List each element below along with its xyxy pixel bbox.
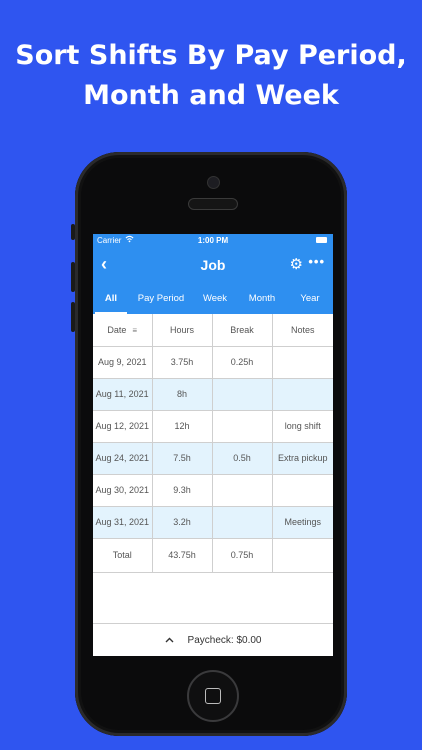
table-row[interactable]: Aug 24, 2021 7.5h 0.5h Extra pickup: [93, 442, 333, 475]
paycheck-bar[interactable]: Paycheck: $0.00: [93, 623, 333, 656]
home-button[interactable]: [187, 670, 239, 722]
cell-break: 0.5h: [212, 442, 273, 475]
tab-year[interactable]: Year: [287, 282, 333, 314]
headline-line-1: Sort Shifts By Pay Period,: [15, 40, 407, 71]
cell-date: Aug 24, 2021: [93, 442, 153, 475]
cell-hours: 3.75h: [152, 346, 213, 379]
cell-hours: 12h: [152, 410, 213, 443]
paycheck-label: Paycheck: $0.00: [187, 634, 262, 646]
table-header: Date ≡ Hours Break Notes: [93, 314, 333, 347]
column-header-date[interactable]: Date ≡: [93, 314, 153, 347]
table-row[interactable]: Aug 30, 2021 9.3h: [93, 474, 333, 507]
table-row[interactable]: Aug 9, 2021 3.75h 0.25h: [93, 346, 333, 379]
chevron-up-icon[interactable]: [165, 635, 174, 646]
volume-down-button: [71, 302, 75, 332]
cell-date: Aug 30, 2021: [93, 474, 153, 507]
table-row[interactable]: Aug 31, 2021 3.2h Meetings: [93, 506, 333, 539]
table-row[interactable]: Aug 12, 2021 12h long shift: [93, 410, 333, 443]
status-bar: Carrier 1:00 PM: [93, 234, 333, 248]
battery-icon: [316, 237, 327, 243]
cell-notes: Extra pickup: [272, 442, 333, 475]
tab-all[interactable]: All: [93, 282, 129, 314]
cell-date: Aug 31, 2021: [93, 506, 153, 539]
nav-bar: ‹ Job ⚙ •••: [93, 248, 333, 282]
cell-break: 0.25h: [212, 346, 273, 379]
cell-notes: long shift: [272, 410, 333, 443]
cell-notes: Meetings: [272, 506, 333, 539]
cell-break: [212, 474, 273, 507]
total-break: 0.75h: [212, 538, 273, 573]
home-square-icon: [205, 688, 221, 704]
gear-icon[interactable]: ⚙: [290, 255, 303, 273]
column-header-notes[interactable]: Notes: [272, 314, 333, 347]
cell-break: [212, 506, 273, 539]
column-header-hours[interactable]: Hours: [152, 314, 213, 347]
mute-switch: [71, 224, 75, 240]
tab-month[interactable]: Month: [237, 282, 287, 314]
cell-hours: 8h: [152, 378, 213, 411]
speaker-grille: [188, 198, 238, 210]
cell-hours: 9.3h: [152, 474, 213, 507]
total-hours: 43.75h: [152, 538, 213, 573]
more-icon[interactable]: •••: [308, 254, 325, 269]
cell-break: [212, 378, 273, 411]
cell-break: [212, 410, 273, 443]
tab-week[interactable]: Week: [193, 282, 237, 314]
total-row: Total 43.75h 0.75h: [93, 538, 333, 573]
volume-up-button: [71, 262, 75, 292]
tab-pay-period[interactable]: Pay Period: [129, 282, 193, 314]
cell-hours: 7.5h: [152, 442, 213, 475]
table-row[interactable]: Aug 11, 2021 8h: [93, 378, 333, 411]
cell-notes: [272, 474, 333, 507]
column-header-break[interactable]: Break: [212, 314, 273, 347]
cell-date: Aug 12, 2021: [93, 410, 153, 443]
total-label: Total: [93, 538, 153, 573]
cell-notes: [272, 378, 333, 411]
cell-notes: [272, 346, 333, 379]
shifts-table: Date ≡ Hours Break Notes Aug 9, 2021 3.75…: [93, 314, 333, 573]
cell-date: Aug 11, 2021: [93, 378, 153, 411]
headline-line-2: Month and Week: [83, 80, 339, 111]
cell-hours: 3.2h: [152, 506, 213, 539]
period-tabs: All Pay Period Week Month Year: [93, 282, 333, 314]
app-screen: Carrier 1:00 PM ‹ Job ⚙ ••• All Pay Peri…: [93, 234, 333, 656]
camera-icon: [207, 176, 220, 189]
status-time: 1:00 PM: [197, 236, 229, 245]
sort-icon[interactable]: ≡: [132, 326, 137, 335]
cell-date: Aug 9, 2021: [93, 346, 153, 379]
total-notes: [272, 538, 333, 573]
headline: Sort Shifts By Pay Period, Month and Wee…: [0, 36, 422, 116]
